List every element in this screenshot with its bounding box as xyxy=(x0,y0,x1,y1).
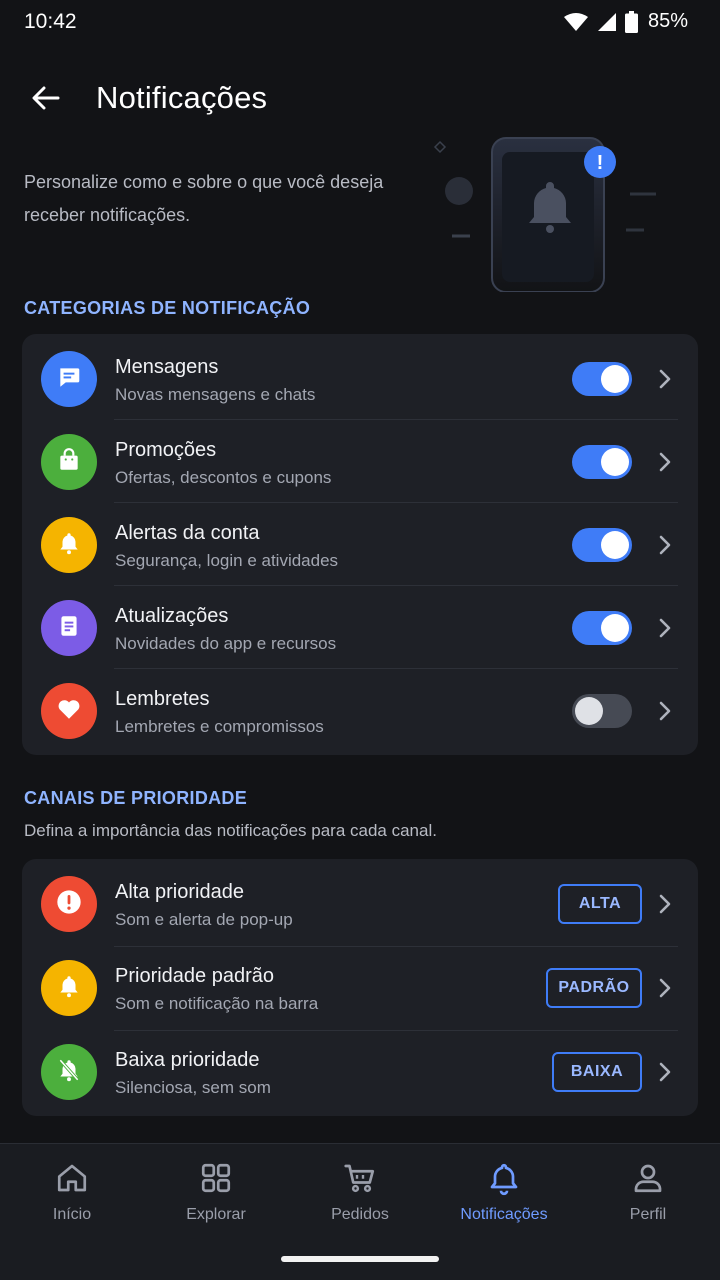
category-subtitle: Novidades do app e recursos xyxy=(115,634,337,653)
category-title: Lembretes xyxy=(115,688,210,710)
chevron-right-icon[interactable] xyxy=(656,892,674,916)
chevron-right-icon[interactable] xyxy=(656,533,674,557)
back-button[interactable] xyxy=(24,78,68,118)
alert-circle-icon xyxy=(55,888,83,921)
wifi-icon xyxy=(563,12,588,31)
category-icon-circle xyxy=(41,517,97,573)
toggle-knob xyxy=(601,365,629,393)
toggle-knob xyxy=(575,697,603,725)
hero-badge: ! xyxy=(597,152,604,174)
bell-icon xyxy=(56,973,82,1004)
person-icon xyxy=(630,1160,666,1196)
nav-item-label: Perfil xyxy=(629,1206,667,1223)
signal-icon xyxy=(597,12,616,31)
channels-section-subtitle: Defina a importância das notificações pa… xyxy=(24,821,437,840)
priority-level-button[interactable]: PADRÃO xyxy=(546,968,642,1008)
categories-section-title: CATEGORIAS DE NOTIFICAÇÃO xyxy=(24,298,311,318)
channel-title: Alta prioridade xyxy=(115,881,244,903)
nav-item-grid[interactable]: Explorar xyxy=(144,1160,288,1230)
category-icon-circle xyxy=(41,434,97,490)
category-toggle[interactable] xyxy=(572,362,632,396)
app-header: Notificações xyxy=(0,66,720,130)
category-row[interactable]: Mensagens Novas mensagens e chats xyxy=(22,336,698,419)
category-toggle[interactable] xyxy=(572,528,632,562)
channel-title: Baixa prioridade xyxy=(115,1049,260,1071)
nav-item-cart[interactable]: Pedidos xyxy=(288,1160,432,1230)
priority-channel-row[interactable]: Prioridade padrão Som e notificação na ba… xyxy=(22,946,698,1030)
category-row[interactable]: Alertas da conta Segurança, login e ativi… xyxy=(22,502,698,585)
category-subtitle: Segurança, login e atividades xyxy=(115,551,339,570)
category-toggle[interactable] xyxy=(572,445,632,479)
chevron-right-icon[interactable] xyxy=(656,976,674,1000)
category-title: Mensagens xyxy=(115,356,219,378)
status-time: 10:42 xyxy=(24,10,77,33)
category-title: Promoções xyxy=(115,439,217,461)
channel-title: Prioridade padrão xyxy=(115,965,274,987)
nav-item-label: Pedidos xyxy=(331,1206,389,1223)
nav-item-label: Explorar xyxy=(186,1206,246,1223)
bell-icon xyxy=(486,1160,522,1196)
chat-icon xyxy=(56,364,82,395)
channel-icon-circle xyxy=(41,1044,97,1100)
cart-icon xyxy=(342,1160,378,1196)
category-icon-circle xyxy=(41,600,97,656)
category-row[interactable]: Lembretes Lembretes e compromissos xyxy=(22,668,698,751)
nav-item-label: Início xyxy=(52,1206,92,1223)
battery-percent: 85% xyxy=(647,10,688,32)
channels-section-title: CANAIS DE PRIORIDADE xyxy=(24,788,248,808)
category-row[interactable]: Promoções Ofertas, descontos e cupons xyxy=(22,419,698,502)
category-toggle[interactable] xyxy=(572,611,632,645)
battery-icon xyxy=(624,10,638,33)
category-icon-circle xyxy=(41,351,97,407)
category-subtitle: Novas mensagens e chats xyxy=(115,385,316,404)
channel-icon-circle xyxy=(41,960,97,1016)
category-row[interactable]: Atualizações Novidades do app e recursos xyxy=(22,585,698,668)
grid-icon xyxy=(198,1160,234,1196)
status-icons: 85% xyxy=(563,10,688,33)
arrow-left-icon xyxy=(32,86,60,110)
channels-card: Alta prioridade Som e alerta de pop-up ALT… xyxy=(22,859,698,1116)
bell-off-icon xyxy=(56,1057,82,1088)
document-icon xyxy=(56,613,82,644)
category-title: Alertas da conta xyxy=(115,522,260,544)
priority-level-button[interactable]: ALTA xyxy=(558,884,642,924)
nav-item-bell[interactable]: Notificações xyxy=(432,1160,576,1230)
channel-icon-circle xyxy=(41,876,97,932)
bell-icon xyxy=(56,530,82,561)
chevron-right-icon[interactable] xyxy=(656,367,674,391)
nav-item-person[interactable]: Perfil xyxy=(576,1160,720,1230)
category-subtitle: Lembretes e compromissos xyxy=(115,717,324,736)
nav-item-label: Notificações xyxy=(460,1206,548,1223)
category-toggle[interactable] xyxy=(572,694,632,728)
chevron-right-icon[interactable] xyxy=(656,450,674,474)
priority-channel-row[interactable]: Alta prioridade Som e alerta de pop-up ALT… xyxy=(22,862,698,946)
priority-level-button[interactable]: BAIXA xyxy=(552,1052,642,1092)
category-title: Atualizações xyxy=(115,605,229,627)
channel-subtitle: Som e notificação na barra xyxy=(115,994,319,1013)
toggle-knob xyxy=(601,614,629,642)
status-bar: 10:42 85% xyxy=(0,0,720,46)
chevron-right-icon[interactable] xyxy=(656,699,674,723)
toggle-knob xyxy=(601,448,629,476)
home-icon xyxy=(54,1160,90,1196)
heart-icon xyxy=(56,696,82,727)
phone-bell-illustration: ! xyxy=(430,132,670,293)
categories-card: Mensagens Novas mensagens e chats Promoçõe… xyxy=(22,334,698,755)
chevron-right-icon[interactable] xyxy=(656,616,674,640)
page-title: Notificações xyxy=(96,80,268,115)
home-indicator xyxy=(281,1256,439,1262)
channel-subtitle: Silenciosa, sem som xyxy=(115,1078,271,1097)
intro-text: Personalize como e sobre o que você dese… xyxy=(24,172,384,225)
priority-channel-row[interactable]: Baixa prioridade Silenciosa, sem som BAIXA xyxy=(22,1030,698,1114)
category-icon-circle xyxy=(41,683,97,739)
toggle-knob xyxy=(601,531,629,559)
channel-subtitle: Som e alerta de pop-up xyxy=(115,910,293,929)
category-subtitle: Ofertas, descontos e cupons xyxy=(115,468,332,487)
shopping-bag-icon xyxy=(56,447,82,478)
nav-item-home[interactable]: Início xyxy=(0,1160,144,1230)
chevron-right-icon[interactable] xyxy=(656,1060,674,1084)
